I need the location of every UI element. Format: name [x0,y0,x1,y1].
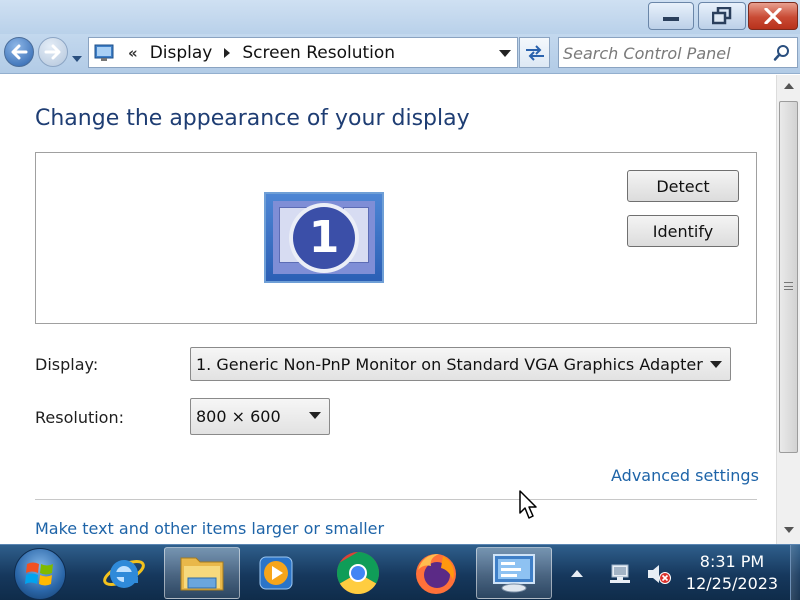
monitor-number-badge: 1 [289,202,359,273]
advanced-settings-link[interactable]: Advanced settings [611,466,759,485]
breadcrumb-overflow[interactable]: « [128,44,138,62]
display-settings-icon [493,554,535,593]
display-select-value: 1. Generic Non-PnP Monitor on Standard V… [196,354,703,374]
show-hidden-icons-button[interactable] [571,570,583,577]
folder-icon [180,557,224,591]
refresh-button[interactable] [519,37,550,68]
clock-time: 8:31 PM [699,552,765,571]
close-button[interactable] [748,2,798,30]
display-label: Display: [35,355,99,374]
search-box [558,37,798,68]
window-titlebar [0,0,800,34]
monitor-1-icon[interactable]: 1 [264,192,384,283]
identify-button[interactable]: Identify [627,215,739,247]
clock-date: 12/25/2023 [685,574,779,593]
breadcrumb-item-display[interactable]: Display [150,43,213,63]
firefox-icon [416,554,456,594]
taskbar-windows-media-player[interactable] [238,547,314,599]
detect-button[interactable]: Detect [627,170,739,202]
internet-explorer-icon [103,560,145,588]
display-select[interactable]: 1. Generic Non-PnP Monitor on Standard V… [190,347,731,381]
taskbar-control-panel[interactable] [476,547,552,599]
breadcrumb-item-screen-resolution[interactable]: Screen Resolution [242,43,395,63]
restore-icon [712,7,732,25]
taskbar-google-chrome[interactable] [320,547,396,599]
resolution-select[interactable]: 800 × 600 [190,398,330,435]
divider [35,499,757,500]
monitor-arrangement-panel: 1 Detect Identify [35,152,757,324]
show-desktop-button[interactable] [790,545,800,600]
chevron-down-icon [309,412,321,419]
windows-logo-icon [25,562,53,586]
control-panel-icon [94,43,114,63]
arrow-right-icon [44,44,61,60]
taskbar-internet-explorer[interactable] [86,547,162,599]
search-icon[interactable] [773,44,791,66]
network-icon[interactable] [609,563,633,589]
breadcrumb-separator-icon[interactable] [224,47,231,58]
taskbar-firefox[interactable] [398,547,474,599]
minimize-button[interactable] [648,2,694,30]
back-button[interactable] [4,37,34,67]
resolution-label: Resolution: [35,408,124,427]
search-input[interactable] [563,41,763,65]
text-size-link[interactable]: Make text and other items larger or smal… [35,519,384,538]
close-icon [764,8,782,24]
scrollbar-grip-icon [784,282,793,290]
address-box[interactable]: « Display Screen Resolution [88,37,518,68]
address-toolbar: « Display Screen Resolution [0,34,800,74]
forward-button[interactable] [38,37,68,67]
screen-resolution-content: Change the appearance of your display 1 … [0,75,776,544]
minimize-icon [663,17,679,21]
scroll-down-arrow-icon[interactable] [784,527,794,533]
taskbar-clock[interactable]: 8:31 PM 12/25/2023 [680,551,784,595]
arrow-left-icon [11,44,28,60]
mouse-cursor-icon [519,490,539,524]
chevron-down-icon [72,56,82,62]
scrollbar-thumb[interactable] [779,101,798,453]
page-title: Change the appearance of your display [35,106,470,131]
taskbar-windows-explorer[interactable] [164,547,240,599]
resolution-select-value: 800 × 600 [196,407,281,426]
refresh-icon [525,44,544,61]
recent-pages-dropdown[interactable] [71,48,83,67]
scroll-up-arrow-icon[interactable] [784,83,794,89]
taskbar: 8:31 PM 12/25/2023 [0,544,800,600]
start-button[interactable] [14,548,66,600]
vertical-scrollbar[interactable] [776,75,800,544]
volume-muted-icon[interactable] [646,563,672,589]
restore-button[interactable] [698,2,746,30]
chevron-down-icon [710,361,722,368]
address-dropdown-button[interactable] [499,50,511,57]
media-player-icon [259,556,293,590]
monitor-screen: 1 [273,201,375,274]
chrome-icon [336,551,380,595]
